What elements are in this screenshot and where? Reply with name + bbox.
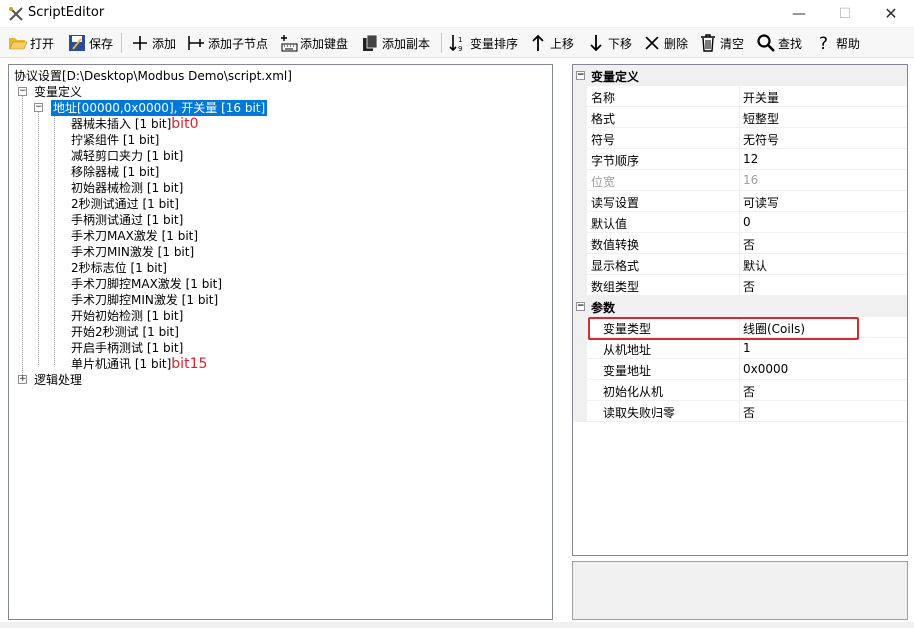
expand-toggle[interactable]: +: [18, 375, 27, 384]
help-icon: ?: [819, 34, 828, 53]
maximize-button[interactable]: ☐: [822, 0, 868, 28]
bit-annotation: bit15: [171, 356, 208, 372]
tree-item[interactable]: 手术刀脚控MIN激发 [1 bit]: [71, 292, 218, 308]
prop-row-byte-order[interactable]: 字节顺序 12: [573, 149, 907, 170]
bit-annotation: bit0: [171, 116, 199, 132]
sort-icon: 19: [449, 35, 462, 53]
title-bar: ScriptEditor — ☐ ✕: [0, 0, 914, 28]
folder-open-icon: [9, 38, 28, 50]
keyboard-icon: [281, 35, 298, 52]
tree-guide-line: [22, 91, 23, 381]
prop-row-format[interactable]: 格式 短整型: [573, 107, 907, 128]
add-child-button[interactable]: 添加子节点: [186, 31, 268, 55]
arrow-down-icon: [590, 35, 602, 52]
help-button[interactable]: ? 帮助: [814, 31, 860, 55]
prop-row-sign[interactable]: 符号 无符号: [573, 128, 907, 149]
prop-row-conversion[interactable]: 数值转换否: [573, 233, 907, 254]
clear-button[interactable]: 清空: [698, 31, 744, 55]
add-keyboard-button[interactable]: 添加键盘: [278, 31, 348, 55]
property-grid: − 变量定义 名称 开关量 格式 短整型 符号 无符号 字节顺序 12 位宽 16 读写设…: [572, 64, 908, 556]
svg-text:9: 9: [458, 45, 462, 53]
save-icon: [69, 35, 85, 51]
window-title: ScriptEditor: [28, 5, 105, 20]
tree-item[interactable]: 开启手柄测试 [1 bit]: [71, 340, 183, 356]
tree-item[interactable]: 手柄测试通过 [1 bit]: [71, 212, 183, 228]
copy-icon: [363, 34, 378, 51]
delete-x-icon: [645, 36, 659, 50]
svg-text:?: ?: [819, 34, 828, 53]
save-button[interactable]: 保存: [67, 31, 113, 55]
tree-panel[interactable]: 协议设置[D:\Desktop\Modbus Demo\script.xml] …: [8, 64, 553, 620]
move-down-button[interactable]: 下移: [586, 31, 632, 55]
toolbar: 打开 保存 添加 添加子节点 添加键盘 添加副本 19 变量排序 上移 下移 删…: [0, 28, 914, 58]
tree-item[interactable]: 移除器械 [1 bit]: [71, 164, 159, 180]
toolbar-separator: [441, 33, 442, 53]
prop-row-rw[interactable]: 读写设置 可读写: [573, 191, 907, 212]
bottom-strip: [0, 622, 914, 628]
tree-item[interactable]: 单片机通讯 [1 bit]bit15: [71, 356, 207, 372]
prop-row-array-type[interactable]: 数组类型否: [573, 275, 907, 296]
find-button[interactable]: 查找: [756, 31, 802, 55]
tree-item[interactable]: 手术刀脚控MAX激发 [1 bit]: [71, 276, 222, 292]
tree-item[interactable]: 手术刀MIN激发 [1 bit]: [71, 244, 194, 260]
toolbar-separator: [121, 33, 122, 53]
tree-item[interactable]: 2秒标志位 [1 bit]: [71, 260, 167, 276]
prop-row-read-fail-zero[interactable]: 读取失败归零否: [573, 401, 907, 422]
script-tree: 协议设置[D:\Desktop\Modbus Demo\script.xml] …: [9, 65, 552, 619]
collapse-toggle[interactable]: −: [576, 71, 585, 80]
collapse-toggle[interactable]: −: [576, 302, 585, 311]
move-up-button[interactable]: 上移: [528, 31, 574, 55]
prop-row-name[interactable]: 名称 开关量: [573, 86, 907, 107]
sort-button[interactable]: 19 变量排序: [448, 31, 518, 55]
tree-item[interactable]: 初始器械检测 [1 bit]: [71, 180, 183, 196]
tree-node-logic[interactable]: 逻辑处理: [34, 372, 82, 388]
category-params[interactable]: − 参数: [573, 296, 907, 317]
tree-item[interactable]: 2秒测试通过 [1 bit]: [71, 196, 179, 212]
search-icon: [757, 34, 775, 52]
svg-text:1: 1: [458, 36, 462, 44]
tree-guide-line: [38, 107, 39, 365]
category-var-def[interactable]: − 变量定义: [573, 65, 907, 86]
tree-guide-line: [54, 111, 55, 365]
prop-row-var-addr[interactable]: 变量地址 0x0000: [573, 359, 907, 380]
prop-row-default[interactable]: 默认值 0: [573, 212, 907, 233]
description-panel: [572, 561, 908, 620]
tree-node-selected[interactable]: 地址[00000,0x0000], 开关量 [16 bit]: [51, 100, 268, 116]
tree-item[interactable]: 开始2秒测试 [1 bit]: [71, 324, 179, 340]
highlight-annotation-box: [588, 317, 859, 340]
plus-icon: [133, 36, 147, 50]
tree-root[interactable]: 协议设置[D:\Desktop\Modbus Demo\script.xml]: [14, 68, 292, 84]
prop-row-display-format[interactable]: 显示格式 默认: [573, 254, 907, 275]
delete-button[interactable]: 删除: [642, 31, 688, 55]
collapse-toggle[interactable]: −: [34, 103, 43, 112]
add-copy-button[interactable]: 添加副本: [360, 31, 430, 55]
open-button[interactable]: 打开: [8, 31, 54, 55]
tree-item[interactable]: 手术刀MAX激发 [1 bit]: [71, 228, 198, 244]
prop-row-bit-width: 位宽 16: [573, 170, 907, 191]
add-button[interactable]: 添加: [130, 31, 176, 55]
minimize-button[interactable]: —: [776, 0, 822, 28]
arrow-up-icon: [532, 34, 544, 51]
app-icon: [9, 7, 23, 21]
tree-item[interactable]: 器械未插入 [1 bit]bit0: [71, 116, 198, 132]
close-button[interactable]: ✕: [868, 0, 914, 28]
tree-item[interactable]: 开始初始检测 [1 bit]: [71, 308, 183, 324]
trash-icon: [701, 34, 715, 52]
add-child-icon: [188, 36, 204, 50]
tree-item[interactable]: 拧紧组件 [1 bit]: [71, 132, 159, 148]
tree-item[interactable]: 减轻剪口夹力 [1 bit]: [71, 148, 183, 164]
prop-row-init-slave[interactable]: 初始化从机否: [573, 380, 907, 401]
tree-node-var-def[interactable]: 变量定义: [34, 84, 82, 100]
collapse-toggle[interactable]: −: [18, 87, 27, 96]
prop-row-slave-addr[interactable]: 从机地址 1: [573, 338, 907, 359]
